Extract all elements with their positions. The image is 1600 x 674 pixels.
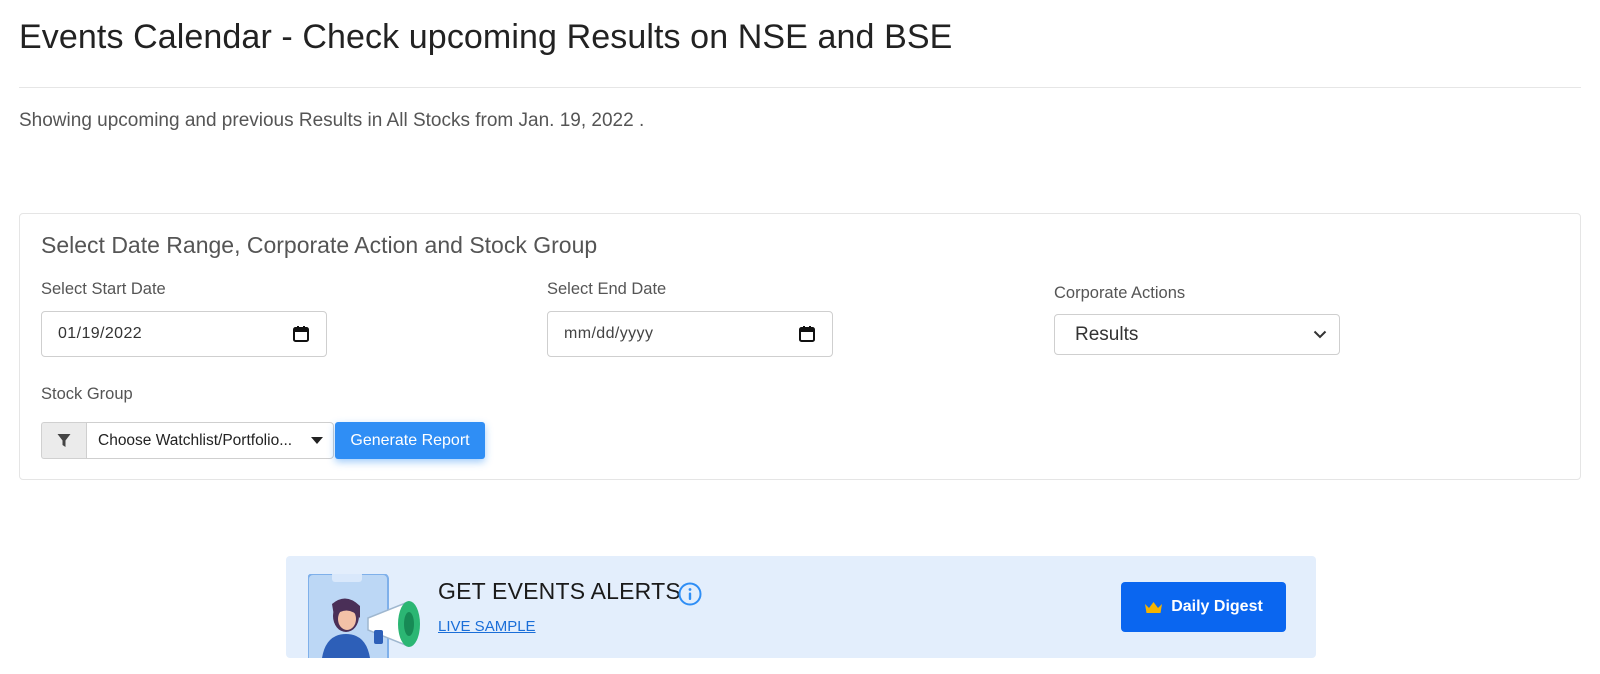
end-date-placeholder: mm/dd/yyyy: [564, 325, 654, 342]
start-date-label: Select Start Date: [41, 280, 166, 298]
end-date-label: Select End Date: [547, 280, 667, 298]
watchlist-portfolio-select[interactable]: Choose Watchlist/Portfolio...: [86, 422, 334, 459]
title-divider: [19, 87, 1581, 88]
start-date-input[interactable]: 01/19/2022: [41, 311, 327, 357]
info-icon[interactable]: [678, 582, 702, 606]
live-sample-link[interactable]: LIVE SAMPLE: [438, 618, 536, 635]
filter-icon: [57, 434, 71, 447]
caret-down-icon: [311, 437, 323, 444]
events-alerts-title: GET EVENTS ALERTS: [438, 578, 681, 604]
page-title: Events Calendar - Check upcoming Results…: [19, 18, 953, 56]
corporate-actions-select[interactable]: Results: [1054, 314, 1340, 355]
daily-digest-label: Daily Digest: [1171, 598, 1263, 615]
corporate-actions-label: Corporate Actions: [1054, 284, 1186, 302]
generate-report-button[interactable]: Generate Report: [335, 422, 485, 459]
watchlist-select-value: Choose Watchlist/Portfolio...: [98, 431, 293, 449]
crown-icon: [1145, 601, 1163, 613]
megaphone-illustration: [308, 574, 420, 658]
corporate-actions-value: Results: [1075, 323, 1139, 345]
events-alerts-banner: GET EVENTS ALERTS LIVE SAMPLE Daily Dige…: [286, 556, 1316, 658]
calendar-icon[interactable]: [798, 325, 816, 343]
start-date-value: 01/19/2022: [58, 325, 143, 342]
end-date-input[interactable]: mm/dd/yyyy: [547, 311, 833, 357]
filter-button[interactable]: [41, 422, 86, 459]
calendar-icon[interactable]: [292, 325, 310, 343]
results-summary-text: Showing upcoming and previous Results in…: [19, 110, 645, 131]
filter-panel: Select Date Range, Corporate Action and …: [19, 213, 1581, 480]
events-calendar-page: Events Calendar - Check upcoming Results…: [0, 0, 1600, 674]
daily-digest-button[interactable]: Daily Digest: [1121, 582, 1286, 632]
chevron-down-icon: [1313, 330, 1327, 339]
filter-panel-title: Select Date Range, Corporate Action and …: [41, 232, 598, 258]
stock-group-label: Stock Group: [41, 385, 133, 403]
